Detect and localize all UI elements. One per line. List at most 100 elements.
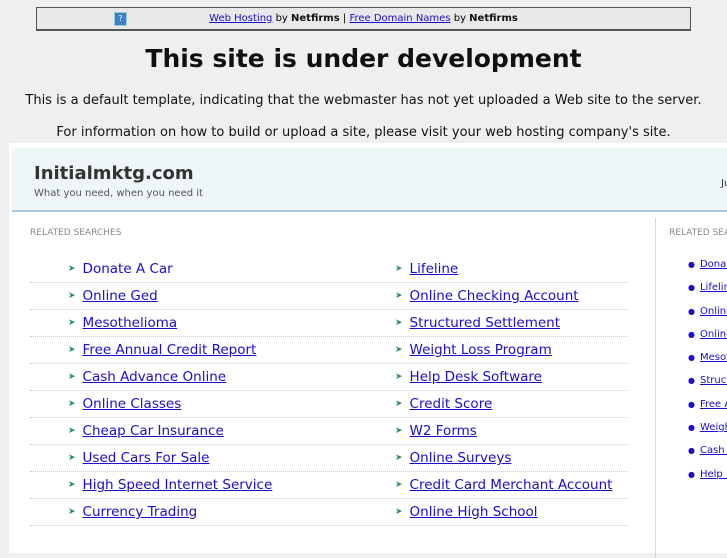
sidebar-search-link[interactable]: Mesothelioma — [700, 352, 727, 363]
link-row: ➤ Donate A Car ➤ Lifeline — [30, 256, 628, 283]
arrow-icon: ➤ — [395, 345, 403, 355]
related-search-link[interactable]: Free Annual Credit Report — [83, 342, 257, 358]
link-row: ➤ High Speed Internet Service ➤ Credit Card… — [30, 472, 628, 499]
related-search-link[interactable]: Structured Settlement — [410, 315, 560, 331]
arrow-icon: ➤ — [68, 264, 76, 274]
link-cell: ➤ Currency Trading — [30, 504, 357, 520]
sidebar-search-link[interactable]: Structured Settlement — [700, 375, 727, 386]
link-cell: ➤ Cheap Car Insurance — [30, 423, 357, 439]
sidebar-search-link[interactable]: Online Ged — [700, 306, 727, 317]
link-cell: ➤ Donate A Car — [30, 261, 357, 277]
sidebar-search-link[interactable]: Free Annual Credit Report — [700, 399, 727, 410]
link-cell: ➤ Help Desk Software — [357, 369, 628, 385]
related-search-link[interactable]: Lifeline — [410, 261, 459, 277]
link-cell: ➤ Used Cars For Sale — [30, 450, 357, 466]
sidebar-link-item: ● Donate A Car — [688, 259, 727, 282]
link-cell: ➤ Credit Score — [357, 396, 628, 412]
arrow-icon: ➤ — [68, 291, 76, 301]
related-search-link[interactable]: Cash Advance Online — [83, 369, 227, 385]
related-searches-label: RELATED SEARCHES — [30, 228, 122, 238]
bullet-icon: ● — [688, 283, 695, 293]
link-cell: ➤ Online Ged — [30, 288, 357, 304]
header-right-text: Ju — [721, 178, 727, 189]
sidebar-search-link[interactable]: Donate A Car — [700, 259, 727, 270]
sidebar-link-item: ● Mesothelioma — [688, 352, 727, 375]
link-cell: ➤ Mesothelioma — [30, 315, 357, 331]
related-search-link[interactable]: Online High School — [410, 504, 538, 520]
related-search-link[interactable]: Help Desk Software — [410, 369, 542, 385]
link-row: ➤ Online Ged ➤ Online Checking Account — [30, 283, 628, 310]
bullet-icon: ● — [688, 329, 695, 339]
bullet-icon: ● — [688, 446, 695, 456]
related-search-link[interactable]: W2 Forms — [410, 423, 477, 439]
link-cell: ➤ Online Surveys — [357, 450, 628, 466]
related-search-link[interactable]: Mesothelioma — [83, 315, 178, 331]
sidebar-link-item: ● Lifeline — [688, 282, 727, 305]
link-row: ➤ Used Cars For Sale ➤ Online Surveys — [30, 445, 628, 472]
sidebar-link-item: ● Weight Loss Program — [688, 422, 727, 445]
sidebar-search-link[interactable]: Help Desk Software — [700, 469, 727, 480]
sidebar-search-link[interactable]: Weight Loss Program — [700, 422, 727, 433]
by-text: by — [453, 13, 466, 24]
arrow-icon: ➤ — [68, 480, 76, 490]
related-search-link[interactable]: Cheap Car Insurance — [83, 423, 224, 439]
arrow-icon: ➤ — [395, 318, 403, 328]
sidebar-link-item: ● Structured Settlement — [688, 375, 727, 398]
related-search-link[interactable]: Online Checking Account — [410, 288, 579, 304]
parked-page-frame: Initialmktg.com What you need, when you … — [9, 143, 727, 558]
link-cell: ➤ Weight Loss Program — [357, 342, 628, 358]
link-cell: ➤ Online High School — [357, 504, 628, 520]
bullet-icon: ● — [688, 376, 695, 386]
related-search-link[interactable]: Credit Card Merchant Account — [410, 477, 613, 493]
related-search-link[interactable]: Currency Trading — [83, 504, 198, 520]
arrow-icon: ➤ — [68, 453, 76, 463]
link-cell: ➤ Lifeline — [357, 261, 628, 277]
related-search-link[interactable]: Online Surveys — [410, 450, 512, 466]
related-searches-grid: ➤ Donate A Car ➤ Lifeline ➤ Online Ged ➤ Online… — [30, 256, 628, 526]
related-search-link[interactable]: Donate A Car — [83, 261, 173, 277]
related-search-link[interactable]: Weight Loss Program — [410, 342, 552, 358]
web-hosting-link[interactable]: Web Hosting — [209, 13, 272, 24]
sidebar-link-item: ● Free Annual Credit Report — [688, 399, 727, 422]
related-search-link[interactable]: Online Classes — [83, 396, 182, 412]
sidebar-search-link[interactable]: Cash Advance Online — [700, 445, 727, 456]
link-row: ➤ Mesothelioma ➤ Structured Settlement — [30, 310, 628, 337]
arrow-icon: ➤ — [395, 480, 403, 490]
sidebar-search-link[interactable]: Online Checking Account — [700, 329, 727, 340]
sidebar-search-link[interactable]: Lifeline — [700, 282, 727, 293]
by-text: by — [275, 13, 288, 24]
brand: Netfirms — [469, 13, 518, 24]
bullet-icon: ● — [688, 306, 695, 316]
related-search-link[interactable]: Used Cars For Sale — [83, 450, 210, 466]
arrow-icon: ➤ — [395, 426, 403, 436]
site-header: Initialmktg.com What you need, when you … — [12, 148, 727, 212]
sidebar-link-item: ● Online Checking Account — [688, 329, 727, 352]
brand: Netfirms — [291, 13, 340, 24]
help-icon: ? — [114, 12, 127, 26]
link-cell: ➤ Structured Settlement — [357, 315, 628, 331]
arrow-icon: ➤ — [68, 345, 76, 355]
hosting-banner: ? Web Hosting by Netfirms | Free Domain … — [36, 7, 691, 31]
link-row: ➤ Cash Advance Online ➤ Help Desk Software — [30, 364, 628, 391]
sidebar-related-label: RELATED SEARCHES — [669, 228, 727, 238]
related-search-link[interactable]: High Speed Internet Service — [83, 477, 273, 493]
link-row: ➤ Currency Trading ➤ Online High School — [30, 499, 628, 526]
link-row: ➤ Online Classes ➤ Credit Score — [30, 391, 628, 418]
default-template-message: This is a default template, indicating t… — [25, 93, 702, 108]
arrow-icon: ➤ — [68, 399, 76, 409]
arrow-icon: ➤ — [395, 291, 403, 301]
free-domain-link[interactable]: Free Domain Names — [349, 13, 450, 24]
link-row: ➤ Free Annual Credit Report ➤ Weight Loss P… — [30, 337, 628, 364]
link-cell: ➤ Credit Card Merchant Account — [357, 477, 628, 493]
site-name: Initialmktg.com — [34, 163, 194, 184]
bullet-icon: ● — [688, 469, 695, 479]
arrow-icon: ➤ — [68, 426, 76, 436]
sidebar-divider — [655, 218, 656, 558]
arrow-icon: ➤ — [395, 372, 403, 382]
sidebar-related-list: ● Donate A Car ● Lifeline ● Online Ged ● Online… — [688, 259, 727, 492]
related-search-link[interactable]: Online Ged — [83, 288, 158, 304]
related-search-link[interactable]: Credit Score — [410, 396, 493, 412]
separator: | — [342, 13, 347, 24]
arrow-icon: ➤ — [68, 372, 76, 382]
sidebar-link-item: ● Cash Advance Online — [688, 445, 727, 468]
